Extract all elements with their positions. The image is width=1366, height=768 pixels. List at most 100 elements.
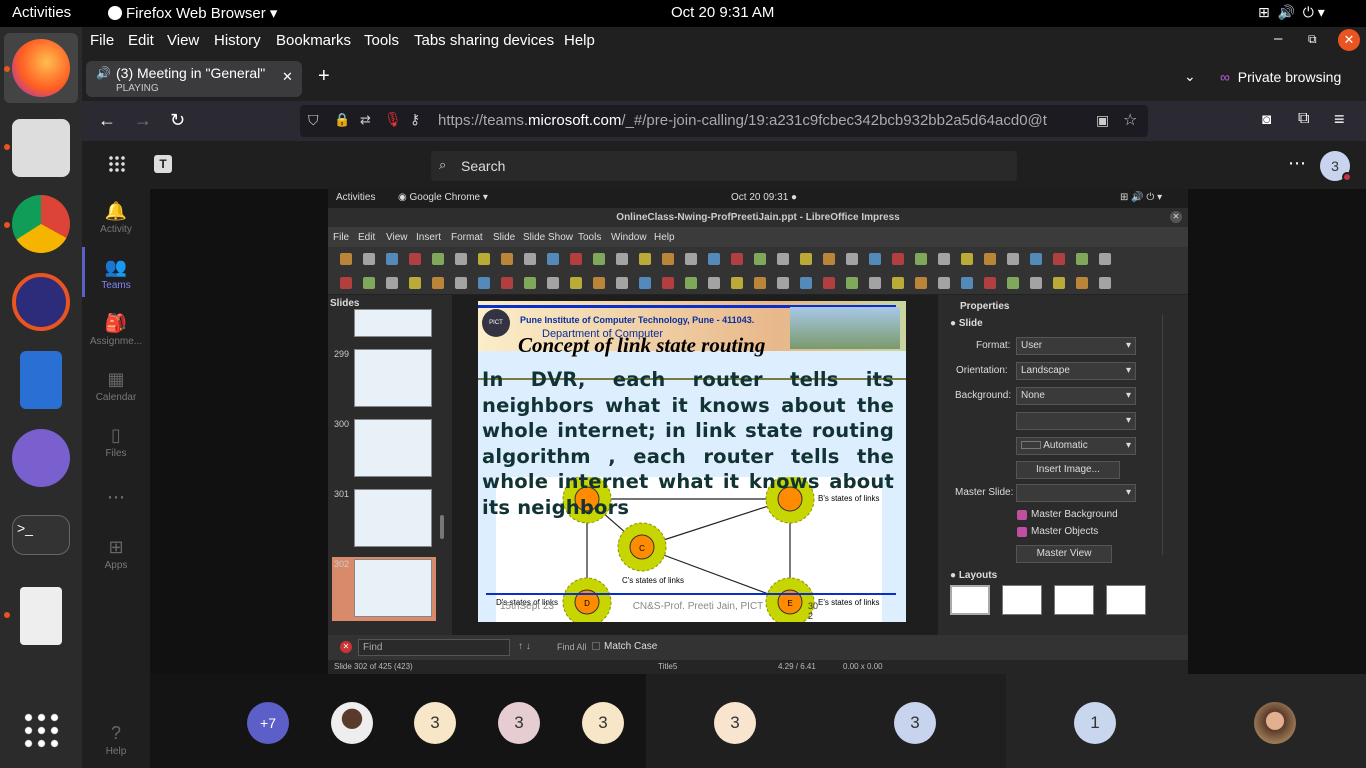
url-text: https://teams.microsoft.com/_#/pre-join-…: [438, 112, 1047, 129]
pict-logo: PICT: [482, 309, 510, 337]
menu-tools[interactable]: Tools: [364, 32, 399, 49]
slides-panel: Slides 299 300 301 302: [328, 295, 452, 635]
microphone-icon[interactable]: 🎙: [384, 111, 402, 128]
impress-menu-file: File: [333, 232, 350, 243]
maximize-button[interactable]: ⧉: [1308, 32, 1317, 47]
minimize-button[interactable]: –: [1274, 30, 1282, 47]
participant-avatar[interactable]: 3: [414, 702, 456, 744]
bookmark-star-icon[interactable]: ☆: [1123, 110, 1137, 130]
menu-help[interactable]: Help: [564, 32, 595, 49]
toolbar-icon: [478, 253, 490, 265]
menu-tabs-sharing[interactable]: Tabs sharing devices: [414, 32, 554, 49]
navigation-bar: ← → ↻ ⛉ 🔒 ⇄ 🎙 ⚷ https://teams.microsoft.…: [82, 101, 1366, 141]
slide-bottom-rule: [486, 593, 896, 595]
back-button[interactable]: ←: [98, 110, 116, 131]
participant-avatar-photo[interactable]: [1254, 702, 1296, 744]
search-box[interactable]: ⌕ Search: [431, 151, 1017, 181]
rail-apps[interactable]: ⊞ Apps: [82, 537, 150, 571]
impress-menubar: File Edit View Insert Format Slide Slide…: [328, 227, 1188, 247]
footer-slide-number: 302: [808, 601, 819, 621]
rail-files[interactable]: ▯ Files: [82, 425, 150, 459]
pocket-icon[interactable]: ◙: [1262, 111, 1271, 128]
files-dock-icon[interactable]: [12, 119, 70, 177]
toolbar-icon: [570, 277, 582, 289]
toolbar-icon: [662, 277, 674, 289]
slide-number: 300: [334, 419, 350, 429]
activities-button[interactable]: Activities: [12, 4, 71, 21]
participant-avatar[interactable]: 3: [498, 702, 540, 744]
participant-avatar[interactable]: 3: [582, 702, 624, 744]
slides-scrollbar: [440, 515, 444, 539]
more-options-icon[interactable]: ⋯: [1288, 153, 1306, 174]
menu-view[interactable]: View: [167, 32, 199, 49]
address-bar[interactable]: ⛉ 🔒 ⇄ 🎙 ⚷ https://teams.microsoft.com/_#…: [300, 105, 1148, 137]
toolbar-icon: [1076, 277, 1088, 289]
help-icon: ?: [110, 723, 121, 743]
menu-history[interactable]: History: [214, 32, 261, 49]
audio-playing-icon[interactable]: 🔊: [96, 66, 111, 80]
node-c: C: [617, 522, 667, 572]
reload-button[interactable]: ↻: [170, 110, 185, 131]
key-icon[interactable]: ⚷: [410, 111, 420, 128]
slides-panel-title: Slides: [330, 298, 360, 309]
forward-button[interactable]: →: [134, 110, 152, 131]
node-d-label: D: [584, 599, 590, 608]
app-menu[interactable]: Firefox Web Browser ▾: [108, 4, 277, 22]
writer-dock-icon[interactable]: [20, 351, 62, 409]
list-tabs-chevron-icon[interactable]: ⌄: [1184, 68, 1196, 85]
institute-name: Pune Institute of Computer Technology, P…: [520, 315, 755, 325]
shared-tray: ⊞ 🔊 ⏻ ▾: [1120, 192, 1163, 203]
toolbar-icon: [1007, 277, 1019, 289]
impress-status-bar: Slide 302 of 425 (423) Title5 4.29 / 6.4…: [328, 660, 1188, 674]
app-grid-icon[interactable]: [22, 711, 60, 749]
toolbar-icon: [547, 253, 559, 265]
menu-file[interactable]: File: [90, 32, 114, 49]
terminal-dock-icon[interactable]: >_: [12, 515, 70, 555]
menu-edit[interactable]: Edit: [128, 32, 154, 49]
rail-teams[interactable]: 👥 Teams: [82, 257, 150, 291]
toolbar-icon: [662, 253, 674, 265]
rail-help[interactable]: ? Help: [82, 723, 150, 757]
clock[interactable]: Oct 20 9:31 AM: [671, 4, 774, 21]
rail-activity[interactable]: 🔔 Activity: [82, 201, 150, 235]
tab-close-icon[interactable]: ✕: [282, 69, 293, 85]
rail-more[interactable]: ⋯: [82, 487, 150, 508]
firefox-dock-icon[interactable]: [12, 39, 70, 97]
toolbar-icon: [524, 253, 536, 265]
chrome-dock-icon[interactable]: [12, 195, 70, 253]
participant-avatar[interactable]: 3: [894, 702, 936, 744]
footer-date: 15thSept 23: [500, 601, 554, 612]
browser-tab[interactable]: 🔊 (3) Meeting in "General" PLAYING ✕: [86, 61, 302, 97]
hamburger-menu-icon[interactable]: ≡: [1334, 109, 1345, 130]
shared-app-menu: ◉ Google Chrome ▾: [398, 192, 488, 203]
participant-avatar-photo[interactable]: [331, 702, 373, 744]
extensions-icon[interactable]: ⧉: [1298, 110, 1309, 128]
toolbar-icon: [984, 277, 996, 289]
lock-icon[interactable]: 🔒: [334, 112, 350, 128]
participant-avatar[interactable]: 1: [1074, 702, 1116, 744]
browser-dock-icon[interactable]: [12, 429, 70, 487]
teams-icon: 👥: [104, 257, 128, 277]
new-tab-button[interactable]: +: [318, 65, 330, 88]
app-launcher-icon[interactable]: [108, 155, 126, 173]
document-viewer-dock-icon[interactable]: [20, 587, 62, 645]
eclipse-dock-icon[interactable]: [12, 273, 70, 331]
impress-menu-format: Format: [451, 232, 483, 243]
permissions-icon[interactable]: ⇄: [360, 112, 371, 128]
toolbar-icon: [547, 277, 559, 289]
slide-number: 302: [334, 559, 350, 569]
toolbar-icon: [455, 253, 467, 265]
rail-assignments[interactable]: 🎒 Assignme...: [82, 313, 150, 347]
menu-bookmarks[interactable]: Bookmarks: [276, 32, 351, 49]
shield-icon[interactable]: ⛉: [308, 112, 319, 129]
system-tray[interactable]: ⊞ 🔊 ⏻ ▾: [1258, 4, 1325, 21]
rail-calendar[interactable]: ▦ Calendar: [82, 369, 150, 403]
insert-image-button: Insert Image...: [1016, 461, 1120, 479]
private-browsing-indicator: ∞ Private browsing: [1220, 69, 1342, 85]
reader-icon[interactable]: ▣: [1096, 112, 1109, 129]
more-participants-button[interactable]: +7: [247, 702, 289, 744]
participant-avatar[interactable]: 3: [714, 702, 756, 744]
format-dropdown: User ▾: [1016, 337, 1136, 355]
close-window-button[interactable]: ✕: [1338, 29, 1360, 51]
shared-clock: Oct 20 09:31 ●: [731, 192, 798, 203]
